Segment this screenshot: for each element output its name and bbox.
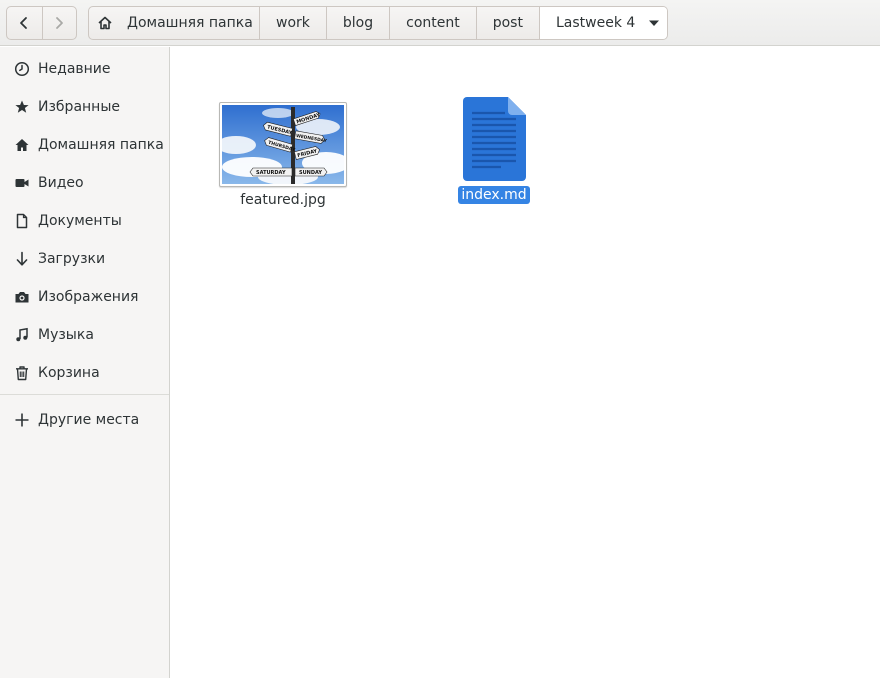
breadcrumb-home[interactable]: Домашняя папка: [89, 7, 259, 39]
sidebar-item-music[interactable]: Музыка: [0, 316, 169, 354]
sidebar-item-label: Видео: [38, 175, 84, 191]
sidebar-item-label: Другие места: [38, 412, 140, 428]
home-icon: [97, 15, 113, 31]
sidebar: Недавние Избранные Домашняя папка Видео …: [0, 47, 170, 678]
signpost-image-icon: MONDAY TUESDAY WEDNESDAY THURSDAY FRIDAY…: [222, 105, 344, 184]
breadcrumb-content[interactable]: content: [389, 7, 476, 39]
breadcrumb-post[interactable]: post: [475, 7, 539, 39]
sign-text-saturday: SATURDAY: [256, 170, 286, 176]
file-item-index-md[interactable]: index.md: [456, 96, 532, 204]
breadcrumb-blog[interactable]: blog: [325, 7, 389, 39]
sidebar-item-label: Изображения: [38, 289, 139, 305]
plus-icon: [14, 412, 30, 428]
sidebar-item-home[interactable]: Домашняя папка: [0, 126, 169, 164]
music-note-icon: [14, 327, 30, 343]
forward-button[interactable]: [41, 7, 77, 39]
header-bar: Домашняя папка work blog content post La…: [0, 0, 880, 46]
sidebar-item-other-locations[interactable]: Другие места: [0, 401, 169, 439]
file-item-featured-jpg[interactable]: MONDAY TUESDAY WEDNESDAY THURSDAY FRIDAY…: [218, 102, 348, 209]
sidebar-item-label: Загрузки: [38, 251, 106, 267]
breadcrumb: Домашняя папка work blog content post La…: [88, 6, 669, 40]
clock-icon: [14, 61, 30, 77]
back-button[interactable]: [7, 7, 42, 39]
download-arrow-icon: [14, 251, 30, 267]
sign-text-sunday: SUNDAY: [299, 170, 322, 176]
breadcrumb-home-label: Домашняя папка: [127, 15, 253, 31]
navigation-buttons: [6, 6, 77, 40]
trash-icon: [14, 365, 30, 381]
breadcrumb-current-folder[interactable]: Lastweek 4: [538, 7, 668, 39]
sidebar-item-label: Недавние: [38, 61, 111, 77]
sidebar-item-videos[interactable]: Видео: [0, 164, 169, 202]
home-icon: [14, 137, 30, 153]
sidebar-item-label: Музыка: [38, 327, 94, 343]
sidebar-item-recent[interactable]: Недавние: [0, 50, 169, 88]
triangle-down-icon[interactable]: [649, 18, 660, 28]
star-icon: [14, 99, 30, 115]
file-name-label: featured.jpg: [240, 192, 326, 208]
sidebar-item-label: Домашняя папка: [38, 137, 164, 153]
document-icon: [14, 213, 30, 229]
chevron-right-icon: [56, 17, 64, 29]
sidebar-item-label: Документы: [38, 213, 122, 229]
video-icon: [14, 175, 30, 191]
file-view[interactable]: MONDAY TUESDAY WEDNESDAY THURSDAY FRIDAY…: [170, 47, 880, 678]
sidebar-item-downloads[interactable]: Загрузки: [0, 240, 169, 278]
breadcrumb-work[interactable]: work: [259, 7, 326, 39]
breadcrumb-current-label: Lastweek 4: [555, 15, 636, 31]
sidebar-item-pictures[interactable]: Изображения: [0, 278, 169, 316]
chevron-left-icon: [20, 17, 28, 29]
camera-icon: [14, 289, 30, 305]
sidebar-item-starred[interactable]: Избранные: [0, 88, 169, 126]
text-document-icon: [461, 96, 527, 182]
file-name-label: index.md: [458, 186, 530, 204]
sidebar-item-documents[interactable]: Документы: [0, 202, 169, 240]
sidebar-separator: [0, 394, 169, 395]
sidebar-item-label: Избранные: [38, 99, 120, 115]
image-thumbnail: MONDAY TUESDAY WEDNESDAY THURSDAY FRIDAY…: [219, 102, 347, 187]
sidebar-item-label: Корзина: [38, 365, 100, 381]
sidebar-item-trash[interactable]: Корзина: [0, 354, 169, 392]
